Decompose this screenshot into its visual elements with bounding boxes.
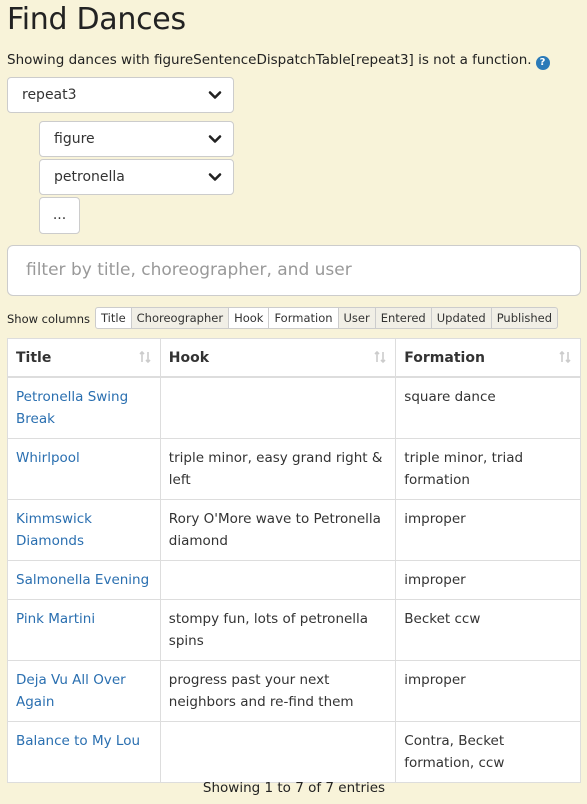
main-filter-value: repeat3 xyxy=(22,87,77,103)
dance-title-link[interactable]: Pink Martini xyxy=(16,611,95,627)
table-header-row: Title Hook Formation xyxy=(7,338,581,378)
dance-title-link[interactable]: Petronella Swing Break xyxy=(16,389,128,427)
column-toggle-updated[interactable]: Updated xyxy=(430,307,492,329)
table-row: Pink Martini stompy fun, lots of petrone… xyxy=(7,599,581,661)
cell-formation: Becket ccw xyxy=(395,599,581,661)
column-toggle-hook[interactable]: Hook xyxy=(228,307,270,329)
column-toggle-group: Title Choreographer Hook Formation User … xyxy=(95,307,559,329)
cell-hook: stompy fun, lots of petronella spins xyxy=(159,599,397,661)
dance-title-link[interactable]: Salmonella Evening xyxy=(16,572,149,588)
move-select-value: petronella xyxy=(54,169,125,185)
filter-summary: Showing dances with figureSentenceDispat… xyxy=(7,52,550,70)
cell-formation: triple minor, triad formation xyxy=(395,438,581,500)
sort-icon xyxy=(374,350,386,364)
cell-hook: progress past your next neighbors and re… xyxy=(159,660,397,722)
dances-table: Title Hook Formation Petronella Swing Br… xyxy=(7,338,581,783)
table-row: Kimmswick Diamonds Rory O'More wave to P… xyxy=(7,499,581,561)
table-row: Balance to My Lou Contra, Becket formati… xyxy=(7,721,581,783)
cell-title: Pink Martini xyxy=(7,599,161,661)
cell-title: Petronella Swing Break xyxy=(7,376,161,439)
cell-hook xyxy=(159,721,397,783)
move-select[interactable]: petronella xyxy=(39,159,234,195)
cell-title: Deja Vu All Over Again xyxy=(7,660,161,722)
column-header-hook-label: Hook xyxy=(168,349,210,366)
show-columns-label: Show columns xyxy=(7,312,91,326)
table-row: Salmonella Evening improper xyxy=(7,560,581,600)
column-header-hook[interactable]: Hook xyxy=(159,338,397,378)
column-toggle-choreographer[interactable]: Choreographer xyxy=(130,307,230,329)
chevron-down-icon xyxy=(208,135,222,143)
cell-formation: improper xyxy=(395,660,581,722)
chevron-down-icon xyxy=(208,91,222,99)
table-row: Deja Vu All Over Again progress past you… xyxy=(7,660,581,722)
dance-title-link[interactable]: Whirlpool xyxy=(16,450,80,466)
dance-title-link[interactable]: Balance to My Lou xyxy=(16,733,140,749)
column-header-title[interactable]: Title xyxy=(7,338,161,378)
column-header-title-label: Title xyxy=(16,349,52,366)
figure-select-value: figure xyxy=(54,131,95,147)
column-toggle-entered[interactable]: Entered xyxy=(374,307,432,329)
cell-formation: improper xyxy=(395,560,581,600)
cell-title: Whirlpool xyxy=(7,438,161,500)
cell-hook: Rory O'More wave to Petronella diamond xyxy=(159,499,397,561)
column-header-formation-label: Formation xyxy=(404,349,485,366)
figure-select[interactable]: figure xyxy=(39,121,234,157)
table-info: Showing 1 to 7 of 7 entries xyxy=(202,780,386,796)
column-header-formation[interactable]: Formation xyxy=(395,338,581,378)
column-toggle-user[interactable]: User xyxy=(337,307,376,329)
cell-hook: triple minor, easy grand right & left xyxy=(159,438,397,500)
column-toggle-formation[interactable]: Formation xyxy=(268,307,339,329)
sort-icon xyxy=(559,350,571,364)
table-row: Whirlpool triple minor, easy grand right… xyxy=(7,438,581,500)
cell-title: Salmonella Evening xyxy=(7,560,161,600)
search-input[interactable]: filter by title, choreographer, and user xyxy=(7,245,581,296)
table-row: Petronella Swing Break square dance xyxy=(7,376,581,439)
sort-icon xyxy=(139,350,151,364)
column-toggle-title[interactable]: Title xyxy=(95,307,132,329)
cell-hook xyxy=(159,560,397,600)
main-filter-select[interactable]: repeat3 xyxy=(7,77,234,113)
chevron-down-icon xyxy=(208,173,222,181)
cell-formation: square dance xyxy=(395,376,581,439)
more-options-button[interactable]: ... xyxy=(39,197,80,234)
cell-formation: Contra, Becket formation, ccw xyxy=(395,721,581,783)
cell-title: Balance to My Lou xyxy=(7,721,161,783)
cell-hook xyxy=(159,376,397,439)
dance-title-link[interactable]: Kimmswick Diamonds xyxy=(16,511,92,549)
page-title: Find Dances xyxy=(7,2,186,37)
cell-formation: improper xyxy=(395,499,581,561)
question-circle-icon[interactable]: ? xyxy=(535,56,550,70)
cell-title: Kimmswick Diamonds xyxy=(7,499,161,561)
dance-title-link[interactable]: Deja Vu All Over Again xyxy=(16,672,126,710)
column-toggle-published[interactable]: Published xyxy=(490,307,559,329)
filter-summary-text: Showing dances with figureSentenceDispat… xyxy=(7,52,532,68)
